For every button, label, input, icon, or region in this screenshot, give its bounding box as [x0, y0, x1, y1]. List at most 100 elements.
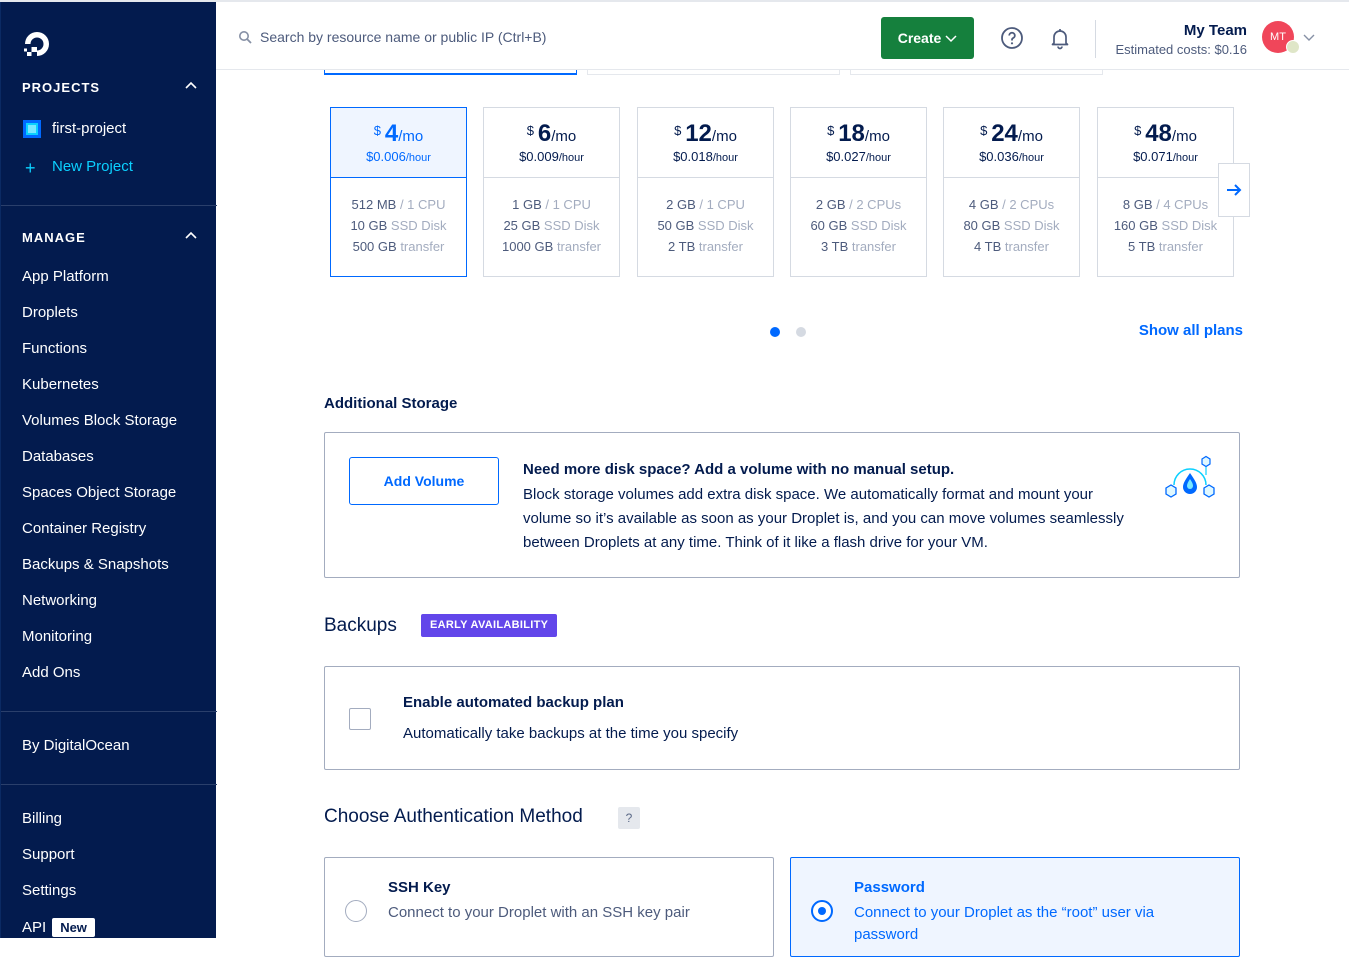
plan-specs: 4 GB / 2 CPUs 80 GB SSD Disk 4 TB transf… [963, 197, 1060, 254]
sidebar-item-droplets[interactable]: Droplets [22, 304, 78, 321]
plan-price-area: $ 48/mo $0.071/hour [1098, 108, 1233, 178]
plan-card[interactable]: $ 48/mo $0.071/hour 8 GB / 4 CPUs 160 GB… [1097, 107, 1234, 277]
plan-card[interactable]: $ 4/mo $0.006/hour 512 MB / 1 CPU 10 GB … [330, 107, 467, 277]
sidebar-divider [1, 205, 217, 206]
volume-illustration-icon [1165, 455, 1215, 498]
plan-monthly-price: $ 24/mo [980, 120, 1043, 147]
password-option[interactable]: Password Connect to your Droplet as the … [790, 857, 1240, 957]
auth-help-icon[interactable]: ? [618, 807, 640, 829]
plan-price-area: $ 4/mo $0.006/hour [331, 108, 466, 178]
sidebar-item-billing[interactable]: Billing [22, 810, 62, 827]
topbar: Create My Team Estimated costs: $0.16 MT [216, 2, 1349, 70]
sidebar-item-networking[interactable]: Networking [22, 592, 97, 609]
show-all-plans-link[interactable]: Show all plans [1139, 322, 1243, 339]
chevron-down-icon [945, 35, 957, 43]
team-mini-avatar [1286, 40, 1300, 54]
create-button[interactable]: Create [881, 17, 974, 59]
sidebar-item-functions[interactable]: Functions [22, 340, 87, 357]
backups-heading: Backups [324, 615, 397, 636]
sidebar-item-add-ons[interactable]: Add Ons [22, 664, 80, 681]
password-radio[interactable] [811, 900, 833, 922]
plus-icon: + [25, 158, 36, 178]
new-badge: New [52, 918, 95, 937]
backup-description: Automatically take backups at the time y… [403, 725, 739, 742]
enable-backups-checkbox[interactable] [349, 708, 371, 730]
early-availability-badge: EARLY AVAILABILITY [421, 614, 558, 637]
sidebar-item-first-project[interactable]: first-project [52, 120, 126, 137]
create-label: Create [897, 30, 942, 46]
chevron-down-icon[interactable] [1303, 31, 1315, 43]
ssh-key-description: Connect to your Droplet with an SSH key … [388, 904, 690, 921]
additional-storage-heading: Additional Storage [324, 395, 458, 412]
plan-monthly-price: $ 12/mo [674, 120, 737, 147]
plan-specs: 512 MB / 1 CPU 10 GB SSD Disk 500 GB tra… [350, 197, 447, 254]
plan-hourly-price: $0.018/hour [673, 149, 738, 164]
sidebar-item-app-platform[interactable]: App Platform [22, 268, 109, 285]
plan-hourly-price: $0.036/hour [979, 149, 1044, 164]
backup-plan-panel[interactable]: Enable automated backup plan Automatical… [324, 666, 1240, 770]
plan-price-area: $ 6/mo $0.009/hour [484, 108, 619, 178]
add-volume-button[interactable]: Add Volume [349, 457, 499, 505]
plan-card[interactable]: $ 12/mo $0.018/hour 2 GB / 1 CPU 50 GB S… [637, 107, 774, 277]
storage-title: Need more disk space? Add a volume with … [523, 461, 955, 478]
plan-hourly-price: $0.006/hour [366, 149, 431, 164]
project-icon [23, 120, 41, 138]
topbar-divider [1095, 20, 1096, 58]
search-icon [239, 31, 252, 44]
plan-monthly-price: $ 6/mo [526, 120, 577, 147]
sidebar-item-container-registry[interactable]: Container Registry [22, 520, 146, 537]
plan-hourly-price: $0.009/hour [519, 149, 584, 164]
additional-storage-panel: Add Volume Need more disk space? Add a v… [324, 432, 1240, 578]
projects-heading: PROJECTS [22, 80, 101, 95]
help-icon[interactable] [1000, 26, 1024, 50]
sidebar-item-spaces[interactable]: Spaces Object Storage [22, 484, 176, 501]
sidebar-item-kubernetes[interactable]: Kubernetes [22, 376, 99, 393]
chevron-up-icon[interactable] [184, 79, 198, 93]
sidebar-item-volumes[interactable]: Volumes Block Storage [22, 412, 177, 429]
sidebar-item-monitoring[interactable]: Monitoring [22, 628, 92, 645]
new-project-link[interactable]: New Project [52, 158, 133, 175]
plan-card[interactable]: $ 18/mo $0.027/hour 2 GB / 2 CPUs 60 GB … [790, 107, 927, 277]
auth-method-heading: Choose Authentication Method [324, 806, 583, 827]
plan-hourly-price: $0.027/hour [826, 149, 891, 164]
manage-heading: MANAGE [22, 230, 86, 245]
arrow-right-icon [1227, 184, 1242, 196]
password-description: Connect to your Droplet as the “root” us… [854, 904, 1155, 943]
api-label: API [22, 919, 47, 936]
sidebar-item-settings[interactable]: Settings [22, 882, 76, 899]
carousel-dot[interactable] [796, 327, 806, 337]
plan-specs: 8 GB / 4 CPUs 160 GB SSD Disk 5 TB trans… [1113, 197, 1218, 254]
carousel-dot-active[interactable] [770, 327, 780, 337]
plan-monthly-price: $ 18/mo [827, 120, 890, 147]
plan-specs: 2 GB / 1 CPU 50 GB SSD Disk 2 TB transfe… [657, 197, 754, 254]
plan-specs: 1 GB / 1 CPU 25 GB SSD Disk 1000 GB tran… [501, 197, 602, 254]
plan-monthly-price: $ 4/mo [373, 120, 424, 147]
plan-price-area: $ 24/mo $0.036/hour [944, 108, 1079, 178]
search-input[interactable] [260, 26, 860, 48]
password-title: Password [854, 879, 925, 896]
sidebar-item-support[interactable]: Support [22, 846, 75, 863]
storage-description: Block storage volumes add extra disk spa… [523, 486, 1124, 551]
backup-title: Enable automated backup plan [403, 694, 624, 711]
ssh-key-option[interactable]: SSH Key Connect to your Droplet with an … [324, 857, 774, 957]
sidebar-item-api[interactable]: API New [22, 918, 95, 937]
bell-icon[interactable] [1048, 26, 1072, 50]
chevron-up-icon[interactable] [184, 229, 198, 243]
ssh-key-title: SSH Key [388, 879, 451, 896]
plan-specs: 2 GB / 2 CPUs 60 GB SSD Disk 3 TB transf… [810, 197, 907, 254]
ssh-key-radio[interactable] [345, 900, 367, 922]
plan-card[interactable]: $ 6/mo $0.009/hour 1 GB / 1 CPU 25 GB SS… [483, 107, 620, 277]
team-name[interactable]: My Team [1184, 22, 1247, 39]
sidebar-item-by-digitalocean[interactable]: By DigitalOcean [22, 737, 130, 754]
sidebar-item-backups-snapshots[interactable]: Backups & Snapshots [22, 556, 169, 573]
plan-card[interactable]: $ 24/mo $0.036/hour 4 GB / 2 CPUs 80 GB … [943, 107, 1080, 277]
sidebar-divider [1, 711, 217, 712]
plan-monthly-price: $ 48/mo [1134, 120, 1197, 147]
sidebar-divider [1, 784, 217, 785]
plans-next-button[interactable] [1218, 163, 1250, 217]
digitalocean-logo-icon[interactable] [21, 28, 53, 60]
estimated-costs: Estimated costs: $0.16 [1115, 42, 1247, 57]
sidebar: PROJECTS first-project + New Project MAN… [0, 2, 217, 938]
sidebar-item-databases[interactable]: Databases [22, 448, 94, 465]
plan-price-area: $ 18/mo $0.027/hour [791, 108, 926, 178]
